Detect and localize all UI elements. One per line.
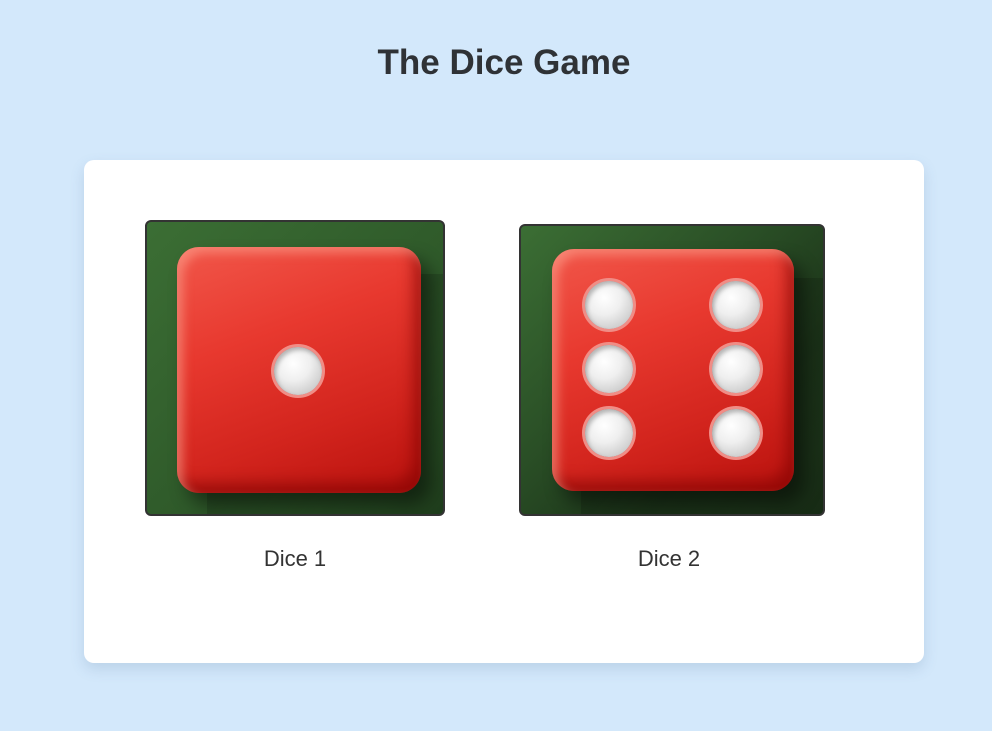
dice-pip	[274, 347, 322, 395]
dice-1-face	[177, 247, 421, 493]
page-title: The Dice Game	[377, 43, 631, 82]
dice-1-container: Dice 1	[145, 220, 445, 572]
dice-1-image	[145, 220, 445, 516]
dice-2-image	[519, 224, 825, 516]
dice-2-container: Dice 2	[519, 224, 825, 572]
dice-pip	[712, 409, 760, 457]
dice-pip	[585, 409, 633, 457]
dice-2-face	[552, 249, 794, 491]
dice-pip	[712, 345, 760, 393]
dice-2-label: Dice 2	[637, 546, 701, 571]
dice-pip	[585, 281, 633, 329]
dice-card: Dice 1 Dice 2	[84, 160, 924, 663]
dice-pip	[712, 281, 760, 329]
dice-1-label: Dice 1	[263, 546, 327, 571]
dice-pip	[585, 345, 633, 393]
